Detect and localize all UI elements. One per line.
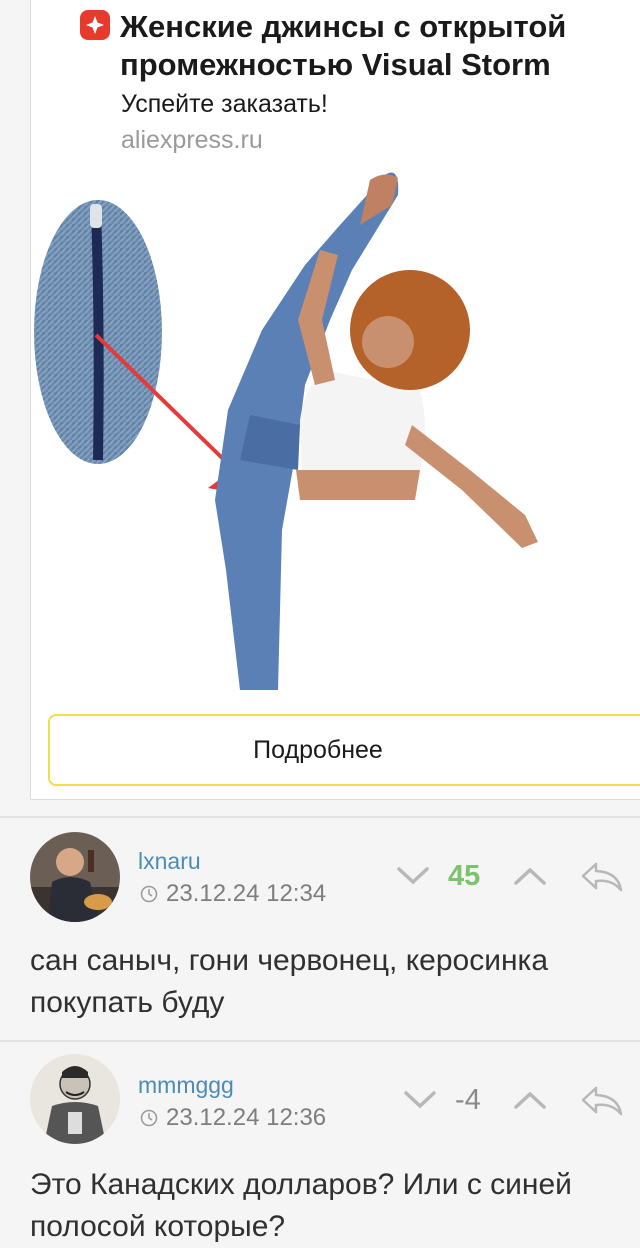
comment-time: 23.12.24 12:36 xyxy=(166,1104,327,1131)
vote-up-icon[interactable] xyxy=(513,1090,547,1110)
comment-text: сан саныч, гони червонец, керосинка поку… xyxy=(30,944,549,1019)
ad-domain[interactable]: aliexpress.ru xyxy=(121,126,263,155)
comment: lxnaru 23.12.24 12:34 45 сан саныч, гони… xyxy=(0,818,640,1040)
comment: mmmggg 23.12.24 12:36 -4 Это Канадских д… xyxy=(0,1042,640,1243)
clock-icon xyxy=(140,1109,158,1127)
aliexpress-logo-icon xyxy=(80,10,110,40)
clock-icon xyxy=(140,885,158,903)
vote-down-icon[interactable] xyxy=(403,1090,437,1110)
reply-icon[interactable] xyxy=(580,1084,624,1118)
comment-rating: -4 xyxy=(455,1084,481,1116)
ad-product-image[interactable] xyxy=(0,170,640,700)
comment-timestamp: 23.12.24 12:36 xyxy=(140,1104,326,1132)
vote-up-icon[interactable] xyxy=(513,866,547,886)
comment-timestamp: 23.12.24 12:34 xyxy=(140,880,326,908)
comment-rating: 45 xyxy=(448,860,481,892)
comment-text: Это Канадских долларов? Или с синей поло… xyxy=(30,1168,572,1243)
ad-subtitle: Успейте заказать! xyxy=(121,90,328,118)
vote-down-icon[interactable] xyxy=(396,866,430,886)
reply-icon[interactable] xyxy=(580,860,624,894)
avatar[interactable] xyxy=(30,832,120,922)
comment-username[interactable]: mmmggg xyxy=(138,1072,234,1099)
avatar[interactable] xyxy=(30,1054,120,1144)
comment-username[interactable]: lxnaru xyxy=(138,848,201,875)
more-details-button[interactable]: Подробнее xyxy=(48,714,640,786)
ad-title[interactable]: Женские джинсы с открытой промежностью V… xyxy=(120,8,620,84)
comment-time: 23.12.24 12:34 xyxy=(166,880,327,907)
more-details-label: Подробнее xyxy=(253,735,383,764)
